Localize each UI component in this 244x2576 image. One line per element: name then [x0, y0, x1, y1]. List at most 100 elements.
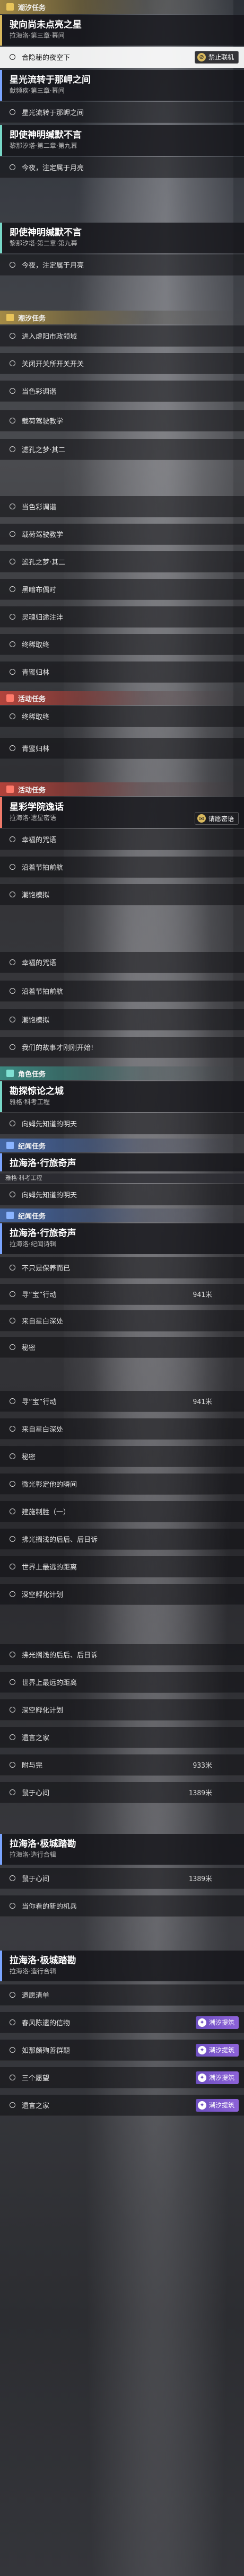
quest-subtitle: 献频疾·第三章·幕间 — [10, 87, 65, 94]
objective-item[interactable]: 建施制胜（一） — [0, 1501, 244, 1522]
objective-item[interactable]: 沿着节拍前航 — [0, 981, 244, 1002]
objective-item[interactable]: 滤孔之梦·其二 — [0, 551, 244, 572]
section-header-lore[interactable]: 纪闻任务 — [0, 1139, 244, 1152]
objective-item[interactable]: 遗言之家 ✦ 潮汐提筑 — [0, 2095, 244, 2116]
objective-item[interactable]: 进入虚阳市政领域 — [0, 325, 244, 347]
objective-item[interactable]: 沿着节拍前航 — [0, 857, 244, 878]
quest-subtitle: 拉海洛·纪闻诗辑 — [10, 1240, 56, 1248]
objective-text: 当你看的新的机兵 — [22, 1903, 77, 1911]
objective-item[interactable]: 幸福的咒语 — [0, 829, 244, 850]
objective-ring-icon — [10, 1291, 15, 1297]
objective-item[interactable]: 合隐秘的夜空下 ⊘ 禁止联机 — [0, 47, 244, 68]
section-header-character[interactable]: 角色任务 — [0, 1066, 244, 1080]
objective-ring-icon — [10, 54, 15, 60]
objective-item[interactable]: 我们的故事才刚刚开始! — [0, 1037, 244, 1058]
objective-item[interactable]: 幸福的咒语 — [0, 952, 244, 973]
objective-item[interactable]: 青蜜归林 — [0, 661, 244, 683]
quest-card[interactable]: 拉海洛·行旅奇声 拉海洛·纪闻诗辑 — [0, 1223, 244, 1254]
distance-label: 933米 — [193, 1762, 212, 1770]
objective-text: 潮饱模拟 — [22, 1017, 50, 1025]
objective-item[interactable]: 当你看的新的机兵 — [0, 1895, 244, 1917]
objective-item[interactable]: 滤孔之梦·其二 — [0, 439, 244, 460]
objective-item[interactable]: 拂光搁浅的后后、后日诉 — [0, 1644, 244, 1665]
objective-ring-icon — [10, 1481, 15, 1487]
section-header-lore[interactable]: 纪闻任务 — [0, 1208, 244, 1222]
objective-item[interactable]: 寻“宝”行动 941米 — [0, 1391, 244, 1412]
objective-ring-icon — [10, 1044, 15, 1050]
objective-item[interactable]: 深空孵化计划 — [0, 1699, 244, 1721]
objective-item[interactable]: 向姆先知道的明天 — [0, 1113, 244, 1134]
quest-card[interactable]: 驶向尚未点亮之星 拉海洛·第三章·幕间 — [0, 15, 244, 46]
objective-item[interactable]: 如那颇殉善群题 ✦ 潮汐提筑 — [0, 2040, 244, 2061]
objective-item[interactable]: 关闭开关所开关开关 — [0, 353, 244, 374]
section-header-tide[interactable]: 潮汐任务 — [0, 311, 244, 324]
objective-item[interactable]: 世界上最远的距离 — [0, 1672, 244, 1693]
objective-item[interactable]: 青蜜归林 — [0, 738, 244, 759]
objective-item[interactable]: 潮饱模拟 — [0, 1009, 244, 1030]
objective-text: 今夜，注定属于月亮 — [22, 164, 84, 172]
objective-ring-icon — [10, 2075, 15, 2080]
quest-card[interactable]: 即使神明缄默不言 黎那汐塔·第二章·第九幕 — [0, 125, 244, 156]
objective-item[interactable]: 拂光搁浅的后后、后日诉 — [0, 1529, 244, 1550]
objective-text: 向姆先知道的明天 — [22, 1121, 77, 1128]
objective-item[interactable]: 不只是保养而已 — [0, 1257, 244, 1278]
objective-item[interactable]: 来自星白深处 — [0, 1310, 244, 1331]
objective-item[interactable]: 黑暗布偶时 — [0, 579, 244, 600]
objective-item[interactable]: 今夜，注定属于月亮 — [0, 157, 244, 178]
quest-subtitle: 拉海洛·造行合辑 — [10, 1968, 56, 1975]
lock-icon: ⊘ — [197, 52, 206, 61]
objective-item[interactable]: 载荷驾驶教学 — [0, 410, 244, 431]
request-badge: ✉ 请愿密语 — [194, 812, 239, 825]
quest-card[interactable]: 星光流转于那岬之间 献频疾·第三章·幕间 — [0, 70, 244, 101]
objective-item[interactable]: 终稀取终 — [0, 634, 244, 655]
objective-item[interactable]: 春风陈遗的信物 ✦ 潮汐提筑 — [0, 2012, 244, 2033]
objective-text: 潮饱模拟 — [22, 892, 50, 899]
objective-ring-icon — [10, 669, 15, 675]
objective-item[interactable]: 当色彩调谐 — [0, 381, 244, 402]
objective-ring-icon — [10, 1734, 15, 1740]
quest-card[interactable]: 即使神明缄默不言 黎那汐塔·第二章·第九幕 — [0, 223, 244, 253]
objective-ring-icon — [10, 388, 15, 394]
section-header-event[interactable]: 活动任务 — [0, 782, 244, 796]
objective-item[interactable]: 灵魂归途注沣 — [0, 606, 244, 628]
objective-text: 滤孔之梦·其二 — [22, 446, 66, 454]
objective-item[interactable]: 鼠于心间 1389米 — [0, 1868, 244, 1889]
quest-card[interactable]: 拉海洛·极城踏勘 拉海洛·造行合辑 — [0, 1834, 244, 1865]
objective-item[interactable]: 世界上最远的距离 — [0, 1556, 244, 1577]
objective-text: 拂光搁浅的后后、后日诉 — [22, 1536, 98, 1544]
objective-item[interactable]: 附与完 933米 — [0, 1754, 244, 1776]
quest-subtitle: 黎那汐塔·第二章·第九幕 — [10, 240, 77, 247]
objective-text: 建施制胜（一） — [22, 1508, 71, 1516]
section-header-event[interactable]: 活动任务 — [0, 691, 244, 705]
objective-item[interactable]: 三个愿望 ✦ 潮汐提筑 — [0, 2067, 244, 2088]
quest-card[interactable]: 勘探惊论之城 雅格·科考工程 — [0, 1081, 244, 1112]
objective-item[interactable]: 秘密 — [0, 1337, 244, 1358]
objective-item[interactable]: 秘密 — [0, 1446, 244, 1467]
quest-card[interactable]: 拉海洛·极城踏勘 拉海洛·造行合辑 — [0, 1951, 244, 1981]
section-header-tide[interactable]: 潮汐任务 — [0, 0, 244, 14]
objective-item[interactable]: 遗愿清单 — [0, 1984, 244, 2006]
lore-quest-icon — [6, 1142, 14, 1149]
objective-item[interactable]: 来自星白深处 — [0, 1418, 244, 1440]
objective-item[interactable]: 鼠于心间 1389米 — [0, 1782, 244, 1803]
objective-item[interactable]: 深空孵化计划 — [0, 1584, 244, 1605]
objective-item[interactable]: 潮饱模拟 — [0, 884, 244, 905]
objective-ring-icon — [10, 1536, 15, 1542]
objective-item[interactable]: 今夜，注定属于月亮 — [0, 254, 244, 276]
objective-item[interactable]: 遗言之家 — [0, 1727, 244, 1748]
objective-text: 微光彰定他的瞬间 — [22, 1481, 77, 1489]
section-header-label: 纪闻任务 — [18, 1142, 46, 1151]
objective-item[interactable]: 终稀取终 — [0, 706, 244, 727]
quest-card[interactable]: 星彩学院逸话 拉海洛·遗星密语 ✉ 请愿密语 — [0, 797, 244, 828]
objective-item[interactable]: 微光彰定他的瞬间 — [0, 1474, 244, 1495]
objective-ring-icon — [10, 1707, 15, 1713]
objective-text: 鼠于心间 — [22, 1789, 50, 1797]
objective-text: 青蜜归林 — [22, 669, 50, 677]
objective-item[interactable]: 当色彩调谐 — [0, 496, 244, 517]
objective-item[interactable]: 载荷驾驶教学 — [0, 524, 244, 545]
quest-card[interactable]: 拉海洛·行旅奇声 — [0, 1153, 244, 1171]
objective-item[interactable]: 向姆先知道的明天 — [0, 1184, 244, 1205]
objective-text: 附与完 — [22, 1762, 43, 1770]
objective-item[interactable]: 星光流转于那岬之间 — [0, 102, 244, 123]
objective-item[interactable]: 寻“宝”行动 941米 — [0, 1284, 244, 1305]
